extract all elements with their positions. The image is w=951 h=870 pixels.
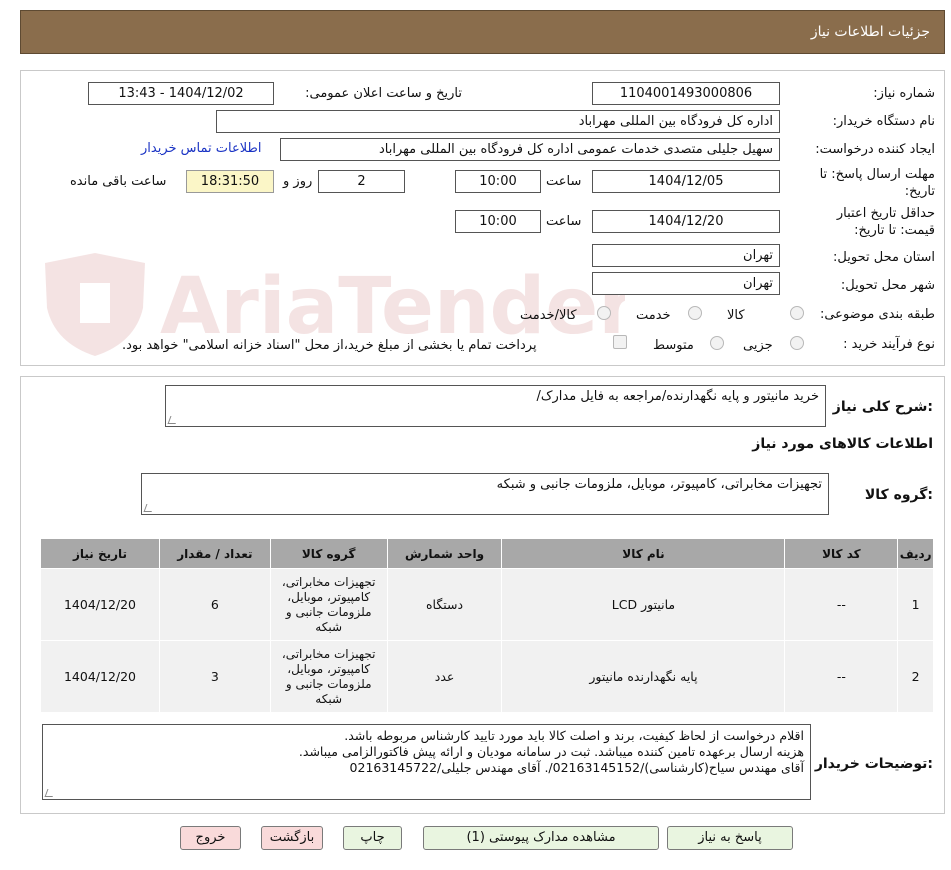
cell-goods-group: تجهیزات مخابراتی، کامپیوتر، موبایل، ملزو… bbox=[269, 568, 388, 641]
exit-button[interactable]: خروج bbox=[180, 826, 241, 850]
summary-textarea[interactable]: خرید مانیتور و پایه نگهدارنده/مراجعه به … bbox=[165, 385, 826, 427]
validity-time-label: ساعت bbox=[546, 214, 582, 229]
days-label: روز و bbox=[283, 174, 313, 189]
remaining-label: ساعت باقی مانده bbox=[70, 174, 167, 189]
buyer-notes-line-1: اقلام درخواست از لحاظ کیفیت، برند و اصلت… bbox=[344, 728, 804, 743]
treasury-payment-checkbox[interactable] bbox=[613, 335, 627, 349]
cell-row-number: 1 bbox=[897, 568, 934, 641]
summary-label: شرح کلی نیاز: bbox=[832, 399, 933, 415]
category-radio-goods-service[interactable] bbox=[597, 306, 611, 320]
goods-group-textarea[interactable]: تجهیزات مخابراتی، کامپیوتر، موبایل، ملزو… bbox=[141, 473, 829, 515]
need-number-field[interactable]: 1104001493000806 bbox=[592, 82, 780, 105]
col-goods-group: گروه کالا bbox=[269, 538, 388, 569]
col-need-date: تاریخ نیاز bbox=[40, 538, 160, 569]
col-item-code: کد کالا bbox=[784, 538, 899, 569]
cell-goods-group: تجهیزات مخابراتی، کامپیوتر، موبایل، ملزو… bbox=[269, 640, 388, 713]
resize-handle-icon[interactable] bbox=[143, 504, 155, 512]
validity-label-1: حداقل تاریخ اعتبار bbox=[836, 206, 935, 221]
page-header: جزئیات اطلاعات نیاز bbox=[20, 10, 945, 54]
buyer-contact-link[interactable]: اطلاعات تماس خریدار bbox=[141, 141, 261, 156]
view-attachments-button[interactable]: مشاهده مدارک پیوستی (1) bbox=[423, 826, 659, 850]
cell-item-code: -- bbox=[784, 640, 899, 713]
table-header-row: ردیف کد کالا نام کالا واحد شمارش گروه کا… bbox=[40, 538, 934, 569]
deadline-label-2: تاریخ: bbox=[904, 184, 935, 199]
announce-field[interactable]: 1404/12/02 - 13:43 bbox=[88, 82, 274, 105]
category-radio-service[interactable] bbox=[688, 306, 702, 320]
days-field[interactable]: 2 bbox=[318, 170, 405, 193]
buyer-notes-line-3: آقای مهندس سیاح(کارشناسی)/02163145152/. … bbox=[349, 760, 804, 775]
process-radio-medium[interactable] bbox=[710, 336, 724, 350]
buyer-org-label: نام دستگاه خریدار: bbox=[832, 114, 935, 129]
category-option-goods: کالا bbox=[727, 308, 745, 323]
col-unit: واحد شمارش bbox=[386, 538, 503, 569]
goods-group-text: تجهیزات مخابراتی، کامپیوتر، موبایل، ملزو… bbox=[496, 477, 822, 492]
buyer-notes-textarea[interactable]: اقلام درخواست از لحاظ کیفیت، برند و اصلت… bbox=[42, 724, 811, 800]
cell-quantity: 6 bbox=[159, 568, 271, 641]
announce-label: تاریخ و ساعت اعلان عمومی: bbox=[305, 86, 462, 101]
deadline-time-field[interactable]: 10:00 bbox=[455, 170, 541, 193]
resize-handle-icon[interactable] bbox=[167, 416, 179, 424]
validity-label-2: قیمت: تا تاریخ: bbox=[854, 223, 935, 238]
page-title: جزئیات اطلاعات نیاز bbox=[810, 24, 930, 40]
col-item-name: نام کالا bbox=[501, 538, 786, 569]
back-button[interactable]: بازگشت bbox=[261, 826, 323, 850]
cell-need-date: 1404/12/20 bbox=[40, 640, 160, 713]
resize-handle-icon[interactable] bbox=[44, 789, 56, 797]
cell-item-code: -- bbox=[784, 568, 899, 641]
requester-field[interactable]: سهیل جلیلی متصدی خدمات عمومی اداره کل فر… bbox=[280, 138, 780, 161]
process-radio-minor[interactable] bbox=[790, 336, 804, 350]
process-option-medium: متوسط bbox=[653, 338, 694, 353]
cell-quantity: 3 bbox=[159, 640, 271, 713]
province-label: استان محل تحویل: bbox=[833, 250, 935, 265]
treasury-payment-note: پرداخت تمام یا بخشی از مبلغ خرید،از محل … bbox=[122, 338, 537, 353]
goods-info-title: اطلاعات کالاهای مورد نیاز bbox=[752, 436, 933, 452]
table-row: 2 -- پایه نگهدارنده مانیتور عدد تجهیزات … bbox=[40, 640, 934, 713]
buyer-org-field[interactable]: اداره کل فرودگاه بین المللی مهراباد bbox=[216, 110, 780, 133]
items-table: ردیف کد کالا نام کالا واحد شمارش گروه کا… bbox=[40, 538, 934, 713]
cell-unit: عدد bbox=[386, 640, 503, 713]
need-number-label: شماره نیاز: bbox=[873, 86, 935, 101]
buyer-notes-line-2: هزینه ارسال برعهده تامین کننده میباشد. ث… bbox=[298, 744, 804, 759]
city-field[interactable]: تهران bbox=[592, 272, 780, 295]
requester-label: ایجاد کننده درخواست: bbox=[815, 142, 935, 157]
deadline-label-1: مهلت ارسال پاسخ: تا bbox=[819, 167, 935, 182]
deadline-date-field[interactable]: 1404/12/05 bbox=[592, 170, 780, 193]
reply-button[interactable]: پاسخ به نیاز bbox=[667, 826, 793, 850]
table-row: 1 -- مانیتور LCD دستگاه تجهیزات مخابراتی… bbox=[40, 568, 934, 641]
cell-need-date: 1404/12/20 bbox=[40, 568, 160, 641]
cell-item-name: مانیتور LCD bbox=[501, 568, 786, 641]
validity-time-field[interactable]: 10:00 bbox=[455, 210, 541, 233]
remaining-time-field: 18:31:50 bbox=[186, 170, 274, 193]
cell-row-number: 2 bbox=[897, 640, 934, 713]
col-quantity: تعداد / مقدار bbox=[159, 538, 271, 569]
category-option-service: خدمت bbox=[636, 308, 671, 323]
city-label: شهر محل تحویل: bbox=[840, 278, 935, 293]
buyer-notes-label: توضیحات خریدار: bbox=[814, 756, 933, 772]
col-row-number: ردیف bbox=[897, 538, 934, 569]
print-button[interactable]: چاپ bbox=[343, 826, 402, 850]
cell-item-name: پایه نگهدارنده مانیتور bbox=[501, 640, 786, 713]
validity-date-field[interactable]: 1404/12/20 bbox=[592, 210, 780, 233]
deadline-time-label: ساعت bbox=[546, 174, 582, 189]
category-radio-goods[interactable] bbox=[790, 306, 804, 320]
process-label: نوع فرآیند خرید : bbox=[843, 337, 935, 352]
category-option-goods-service: کالا/خدمت bbox=[520, 308, 577, 323]
summary-text: خرید مانیتور و پایه نگهدارنده/مراجعه به … bbox=[536, 389, 819, 404]
goods-group-label: گروه کالا: bbox=[864, 487, 933, 503]
category-label: طبقه بندی موضوعی: bbox=[819, 307, 935, 322]
process-option-minor: جزیی bbox=[743, 338, 773, 353]
cell-unit: دستگاه bbox=[386, 568, 503, 641]
province-field[interactable]: تهران bbox=[592, 244, 780, 267]
